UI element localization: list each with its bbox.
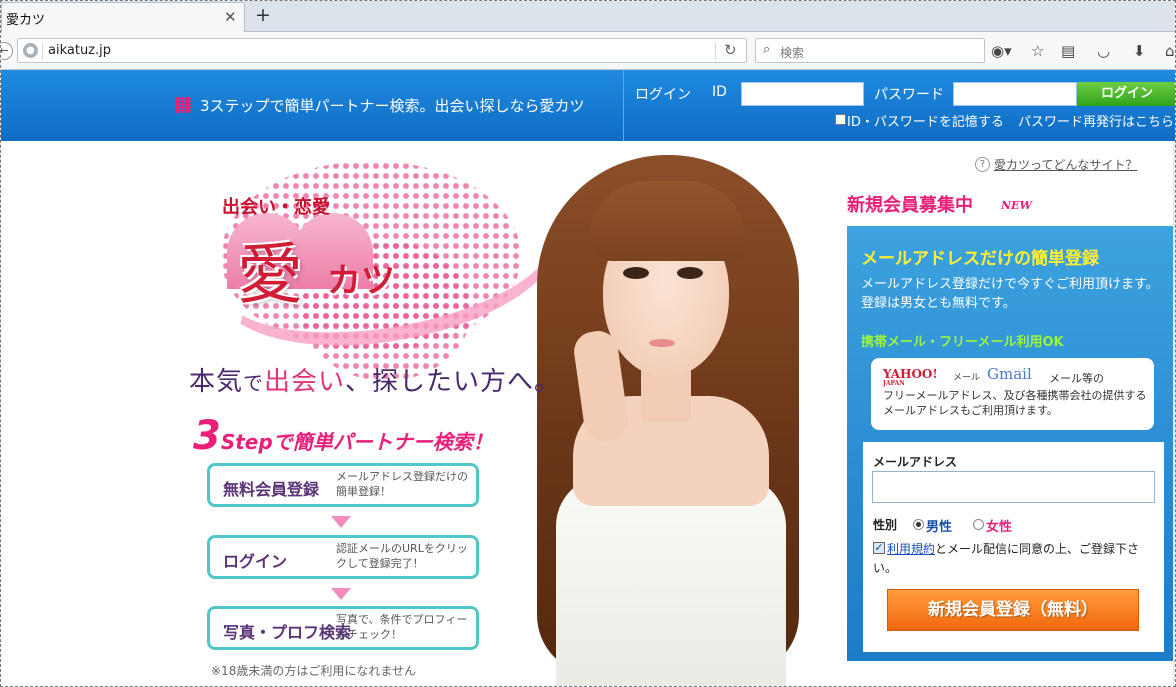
gender-label: 性別 <box>873 518 898 532</box>
step-title: ログイン <box>223 552 288 571</box>
header-divider <box>623 70 624 141</box>
step-box-register: 無料会員登録 メールアドレス登録だけの簡単登録！ <box>207 463 479 507</box>
header-tagline: 3ステップで簡単パートナー検索。出会い探しなら愛カツ <box>200 97 585 115</box>
url-separator <box>42 43 43 59</box>
grid-icon <box>176 97 192 113</box>
login-button[interactable]: ログイン <box>1077 82 1175 106</box>
step-title: 写真・プロフ検索 <box>223 623 352 642</box>
id-label: ID <box>712 84 727 100</box>
mail-word: メール <box>953 373 981 383</box>
password-label: パスワード <box>874 87 944 103</box>
step-heading: 3Stepで簡単パートナー検索！ <box>193 413 493 459</box>
main-content: 出会い・恋愛 愛 カツ 本気で出会い、探したい方へ。 3Stepで簡単パートナー… <box>1 141 1175 686</box>
headline-part-3: 出会い <box>264 367 346 397</box>
reload-icon[interactable]: ↻ <box>724 41 737 59</box>
new-tab-button[interactable]: + <box>255 4 271 26</box>
step-arrow-down-icon <box>331 516 351 528</box>
id-input[interactable] <box>741 82 864 106</box>
step-number: 3 <box>193 413 221 459</box>
back-icon[interactable]: ← <box>1 42 13 60</box>
supported-mail-box: YAHOO! JAPAN メール Gmail メール等の フリーメールアドレス、及… <box>871 358 1154 430</box>
site-header: 3ステップで簡単パートナー検索。出会い探しなら愛カツ ログイン ID パスワード… <box>1 70 1175 141</box>
reload-separator <box>715 42 716 60</box>
remember-checkbox[interactable] <box>835 114 846 125</box>
remember-label[interactable]: ID・パスワードを記憶する <box>847 111 1004 130</box>
close-tab-icon[interactable]: ✕ <box>224 8 237 26</box>
step-description: 写真で、条件でプロフィールチェック！ <box>336 613 468 641</box>
pocket-icon[interactable]: ◡ <box>1097 42 1110 60</box>
model-eye-right <box>677 267 703 279</box>
password-reissue-link[interactable]: パスワード再発行はこちら <box>1018 111 1174 130</box>
registration-form: メールアドレス 性別 男性 女性 ✓ 利用規約とメール配信に同意の上、ご登録下さ… <box>863 442 1164 652</box>
model-eye-left <box>623 267 649 279</box>
logo-subtitle: 出会い・恋愛 <box>222 197 330 218</box>
about-site-text[interactable]: 愛カツってどんなサイト？ <box>994 158 1137 172</box>
step-title: 無料会員登録 <box>223 480 320 499</box>
browser-search-bar[interactable]: ⌕ 検索 <box>755 38 985 63</box>
register-submit-button[interactable]: 新規会員登録（無料） <box>887 589 1139 631</box>
navigation-bar: ← ● aikatuz.jp ↻ ⌕ 検索 ◉▾ ☆ ▤ ◡ ⬇ ⌂ <box>1 32 1175 70</box>
step-box-search: 写真・プロフ検索 写真で、条件でプロフィールチェック！ <box>207 606 479 650</box>
search-icon: ⌕ <box>763 42 771 57</box>
new-badge: NEW <box>1001 199 1032 212</box>
about-site-link[interactable]: ? 愛カツってどんなサイト？ <box>975 154 1137 173</box>
profile-icon[interactable]: ◉▾ <box>991 42 1012 60</box>
email-field[interactable] <box>872 471 1155 503</box>
panel-description: メールアドレス登録だけで今すぐご利用頂けます。登録は男女とも無料です。 <box>861 277 1159 311</box>
home-icon[interactable]: ⌂ <box>1165 42 1175 60</box>
model-photo <box>481 141 846 686</box>
step-heading-text: Stepで簡単パートナー検索！ <box>220 430 493 454</box>
globe-icon: ● <box>23 43 38 58</box>
yahoo-logo: YAHOO! JAPAN <box>883 367 938 387</box>
hero-headline: 本気で出会い、探したい方へ。 <box>189 361 561 398</box>
logo-kana: カツ <box>327 261 395 301</box>
panel-title: メールアドレスだけの簡単登録 <box>861 249 1099 269</box>
headline-part-4: 、探したい方へ。 <box>345 367 562 397</box>
question-icon: ? <box>975 157 990 172</box>
registration-panel: メールアドレスだけの簡単登録 メールアドレス登録だけで今すぐご利用頂けます。登録… <box>847 226 1173 661</box>
step-box-login: ログイン 認証メールのURLをクリックして登録完了！ <box>207 535 479 579</box>
tab-active[interactable]: 愛カツ ✕ <box>1 2 245 32</box>
logo-kanji: 愛 <box>237 236 303 313</box>
mobile-ok-text: 携帯メール・フリーメール利用OK <box>861 335 1064 350</box>
password-input[interactable] <box>953 82 1077 106</box>
search-placeholder: 検索 <box>780 46 805 60</box>
email-label: メールアドレス <box>873 455 958 469</box>
agree-text: 利用規約とメール配信に同意の上、ご登録下さい。 <box>873 540 1157 578</box>
male-radio[interactable] <box>913 519 924 530</box>
male-label[interactable]: 男性 <box>926 516 952 535</box>
recruit-title: 新規会員募集中 <box>847 195 973 216</box>
female-label[interactable]: 女性 <box>986 516 1012 535</box>
model-bangs <box>589 181 745 261</box>
model-dress <box>556 476 786 686</box>
terms-link[interactable]: 利用規約 <box>887 542 935 556</box>
headline-part-2: で <box>243 371 265 395</box>
step-description: 認証メールのURLをクリックして登録完了！ <box>336 542 468 570</box>
download-icon[interactable]: ⬇ <box>1133 42 1146 60</box>
tab-bar: 愛カツ ✕ + <box>1 1 1175 32</box>
mail-etc-text: メール等の <box>1049 372 1104 385</box>
female-radio[interactable] <box>973 519 984 530</box>
url-text[interactable]: aikatuz.jp <box>48 43 111 58</box>
model-lips <box>649 339 675 347</box>
step-description: メールアドレス登録だけの簡単登録！ <box>336 470 468 498</box>
tab-title: 愛カツ <box>6 13 46 28</box>
login-label: ログイン <box>635 87 691 103</box>
url-bar[interactable]: ● aikatuz.jp ↻ <box>17 38 747 63</box>
headline-part-1: 本気 <box>189 367 244 397</box>
browser-window: 愛カツ ✕ + ← ● aikatuz.jp ↻ ⌕ 検索 ◉▾ ☆ ▤ ◡ ⬇… <box>0 0 1176 687</box>
reading-list-icon[interactable]: ▤ <box>1061 42 1075 60</box>
gmail-logo: Gmail <box>987 365 1032 383</box>
step-arrow-down-icon <box>331 588 351 600</box>
age-restriction-note: ※18歳未満の方はご利用になれません <box>211 664 416 678</box>
mail-note: フリーメールアドレス、及び各種携帯会社の提供するメールアドレスもご利用頂けます。 <box>883 389 1147 417</box>
bookmark-star-icon[interactable]: ☆ <box>1031 42 1044 60</box>
